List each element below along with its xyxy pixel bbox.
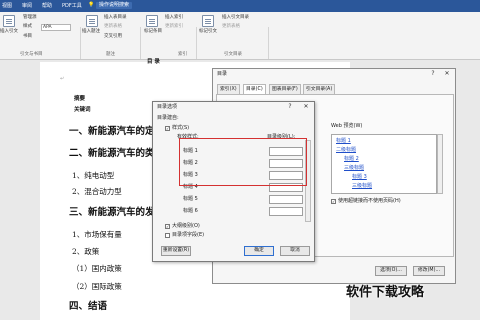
use-hyperlinks-checkbox[interactable]: ✓ [331,199,336,204]
update-table-button[interactable]: 更新表格 [104,24,122,30]
web-preview-label: Web 预览(W) [331,123,363,129]
doc-item-1: 1、纯电动型 [72,171,115,180]
preview-link[interactable]: 三级标题 [344,165,364,171]
group-divider [140,27,141,59]
insert-table-of-figures-button[interactable]: 插入表目录 [104,15,127,21]
insert-caption-icon[interactable] [86,15,98,27]
insert-caption-button[interactable]: 插入题注 [82,29,100,35]
mark-citation-icon[interactable] [202,15,214,27]
use-hyperlinks-label: 使用超链接而不使用页码(H) [338,198,401,204]
help-icon[interactable]: ? [285,103,295,111]
modify-button[interactable]: 修改(M)... [413,266,445,276]
style-select[interactable]: APA [41,24,71,31]
reset-button[interactable]: 重新设置(R) [161,246,191,256]
highlight-annotation-box [179,138,307,186]
group-divider [268,27,269,59]
mark-entry-button[interactable]: 标记条目 [144,29,162,34]
cross-reference-button[interactable]: 交叉引用 [104,34,122,40]
update-index-button[interactable]: 更新索引 [165,24,183,30]
tab-view[interactable]: 视图 [2,3,12,9]
outline-levels-checkbox[interactable]: ✓ [165,224,170,229]
group-divider [196,27,197,59]
tab-table-of-figures[interactable]: 图表目录(F) [269,84,301,94]
insert-table-of-authorities-button[interactable]: 插入引文目录 [222,15,249,21]
preview-link[interactable]: 三级标题 [352,183,372,189]
toc-level-input[interactable] [269,195,303,204]
toc-dialog-title: 目录 [217,71,228,77]
style-name: 标题 5 [183,196,198,202]
preview-link[interactable]: 二级标题 [336,147,356,153]
doc-keywords: 关键词 [74,107,91,113]
options-button-label: 选项(O)... [380,268,402,273]
mark-entry-icon[interactable] [146,15,158,27]
ok-button[interactable]: 确定 [244,246,274,256]
modify-button-label: 修改(M)... [417,268,441,273]
styles-checkbox-label: 样式(S) [172,125,190,131]
reset-button-label: 重新设置(R) [162,248,190,253]
entry-fields-checkbox[interactable] [165,233,170,238]
cancel-button-label: 取消 [290,248,300,253]
tab-help[interactable]: 帮助 [42,3,52,9]
close-icon[interactable]: ✕ [301,103,311,111]
ok-button-label: 确定 [254,248,264,253]
preview-link[interactable]: 标题 1 [336,138,351,144]
lightbulb-icon: 💡 [88,2,95,8]
options-dialog-title: 目录选项 [157,104,178,110]
doc-heading-4: 四、结语 [69,301,108,312]
tab-table-of-authorities[interactable]: 引文目录(A) [303,84,336,94]
doc-item-3: 1、市场保有量 [72,230,122,239]
doc-heading-3: 三、新能源汽车的发 [69,207,155,218]
style-level-row: 标题 6 [183,206,308,217]
group-divider [80,27,81,59]
styles-checkbox[interactable]: ✓ [165,126,170,131]
cancel-button[interactable]: 取消 [280,246,310,256]
preview-link[interactable]: 标题 3 [352,174,367,180]
preview-link[interactable]: 标题 2 [344,156,359,162]
toc-level-input[interactable] [269,207,303,216]
doc-item-2: 2、混合动力型 [72,187,122,196]
doc-item-4: 2、政策 [72,247,100,256]
doc-heading-1: 一、新能源汽车的定 [69,126,155,137]
update-table-of-authorities-button[interactable]: 更新表格 [222,24,240,30]
insert-citation-button[interactable]: 插入引文 [0,29,18,35]
build-from-label: 目录建自: [157,115,179,121]
preview-scrollbar[interactable] [437,134,443,194]
doc-heading-2: 二、新能源汽车的类 [69,148,155,159]
ribbon: 插入引文 管理源 样式 APA 书目 引文与书目 插入题注 插入表目录 更新表格… [0,12,480,60]
web-preview-box: 标题 1 二级标题 标题 2 三级标题 标题 3 三级标题 [331,134,437,194]
insert-index-button[interactable]: 插入索引 [165,15,183,21]
paragraph-mark: ↵ [60,76,65,82]
bibliography-button[interactable]: 书目 [23,34,32,40]
doc-item-5: （1）国内政策 [72,264,122,273]
insert-citation-icon[interactable] [3,15,15,27]
style-select-value: APA [43,25,52,30]
help-icon[interactable]: ? [428,70,438,78]
mark-citation-button[interactable]: 标记引文 [199,29,217,34]
manage-sources-button[interactable]: 管理源 [23,15,37,21]
options-button[interactable]: 选项(O)... [375,266,407,276]
tab-review[interactable]: 审阅 [22,3,32,9]
close-icon[interactable]: ✕ [442,70,452,78]
group-label-index: 索引 [178,52,187,57]
style-name: 标题 6 [183,208,198,214]
doc-abstract: 摘要 [74,96,86,102]
doc-title: 目 录 [147,59,160,65]
ribbon-tab-bar: 视图 审阅 帮助 PDF工具 💡 操作说明搜索 [0,0,480,12]
group-label-authorities: 引文目录 [224,52,242,57]
outline-levels-label: 大纲级别(O) [172,223,200,229]
style-level-row: 标题 5 [183,194,308,205]
style-label: 样式 [23,24,32,29]
group-label-captions: 题注 [106,52,115,57]
tell-me-search[interactable]: 操作说明搜索 [96,2,133,9]
site-watermark: 软件下载攻略 [346,285,425,300]
tab-pdf-tools[interactable]: PDF工具 [62,3,82,9]
entry-fields-label: 目录项字段(E) [172,232,205,238]
tab-index[interactable]: 索引(X) [217,84,240,94]
group-label-citations: 引文与书目 [20,52,43,57]
doc-item-6: （2）国际政策 [72,282,122,291]
